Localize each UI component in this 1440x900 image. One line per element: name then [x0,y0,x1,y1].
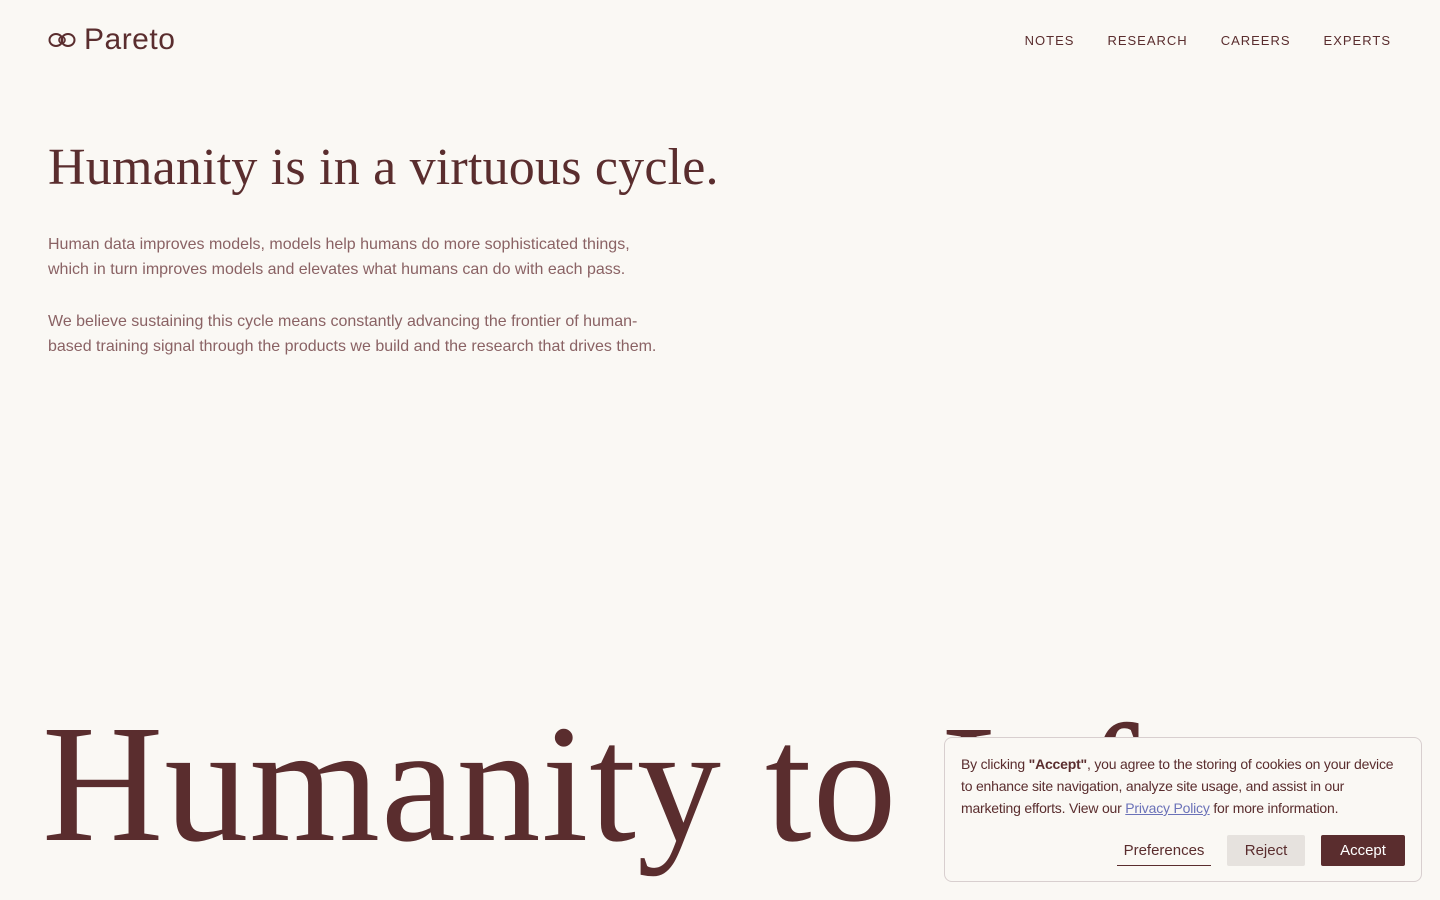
brand-logo-link[interactable]: Pareto [48,25,175,55]
site-header: Pareto NOTES RESEARCH CAREERS EXPERTS [48,22,1392,58]
privacy-policy-link[interactable]: Privacy Policy [1125,800,1210,816]
nav-research[interactable]: RESEARCH [1107,33,1187,48]
infinity-logo-icon [48,31,76,49]
cookie-text-before: By clicking [961,756,1029,772]
hero-section: Humanity is in a virtuous cycle. Human d… [48,138,768,386]
hero-paragraph-1: Human data improves models, models help … [48,235,630,278]
reject-button[interactable]: Reject [1227,835,1305,866]
accept-button[interactable]: Accept [1321,835,1405,866]
cookie-message: By clicking "Accept", you agree to the s… [961,753,1405,819]
main-nav: NOTES RESEARCH CAREERS EXPERTS [1025,33,1391,48]
cookie-banner: By clicking "Accept", you agree to the s… [944,737,1422,882]
nav-careers[interactable]: CAREERS [1221,33,1291,48]
cookie-text-accept-bold: "Accept" [1028,756,1088,772]
cookie-text-after: for more information. [1209,800,1339,816]
nav-experts[interactable]: EXPERTS [1324,33,1391,48]
hero-paragraph-2: We believe sustaining this cycle means c… [48,312,657,355]
preferences-button[interactable]: Preferences [1117,835,1211,866]
nav-notes[interactable]: NOTES [1025,33,1075,48]
cookie-actions: Preferences Reject Accept [1117,835,1405,866]
page: Pareto NOTES RESEARCH CAREERS EXPERTS Hu… [0,0,1440,900]
hero-title: Humanity is in a virtuous cycle. [48,139,719,196]
brand-name: Pareto [84,23,176,56]
